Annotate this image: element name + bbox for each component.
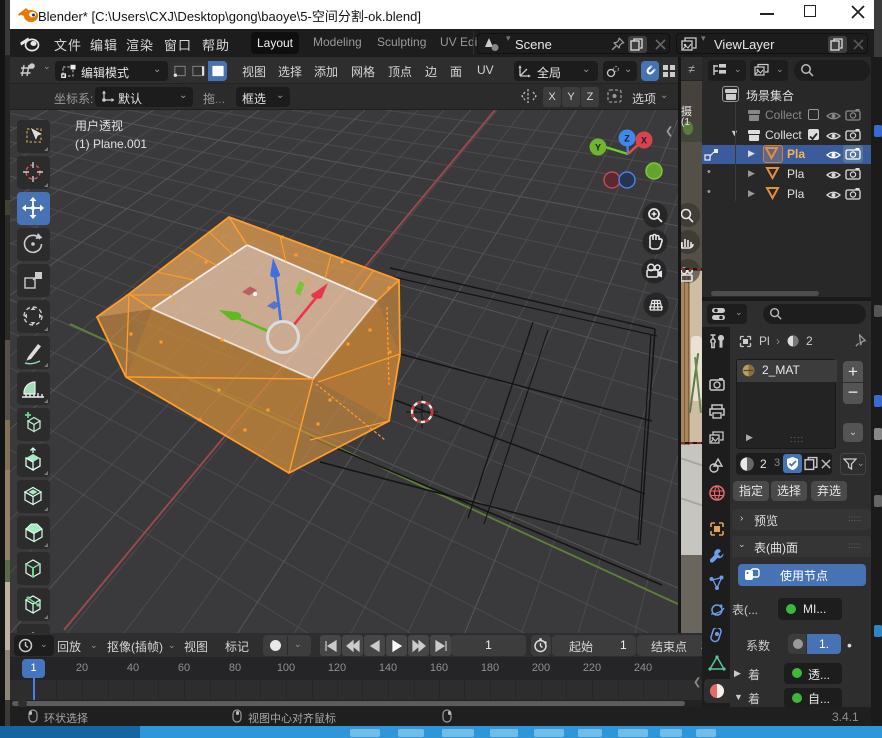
svg-text:X: X	[641, 135, 647, 145]
svg-text:Z: Z	[624, 133, 630, 143]
svg-text:(1) Plane.001: (1) Plane.001	[75, 137, 147, 151]
svg-text:❮: ❮	[665, 126, 673, 137]
svg-text:用户透视: 用户透视	[75, 118, 123, 133]
svg-text:Y: Y	[595, 142, 601, 152]
